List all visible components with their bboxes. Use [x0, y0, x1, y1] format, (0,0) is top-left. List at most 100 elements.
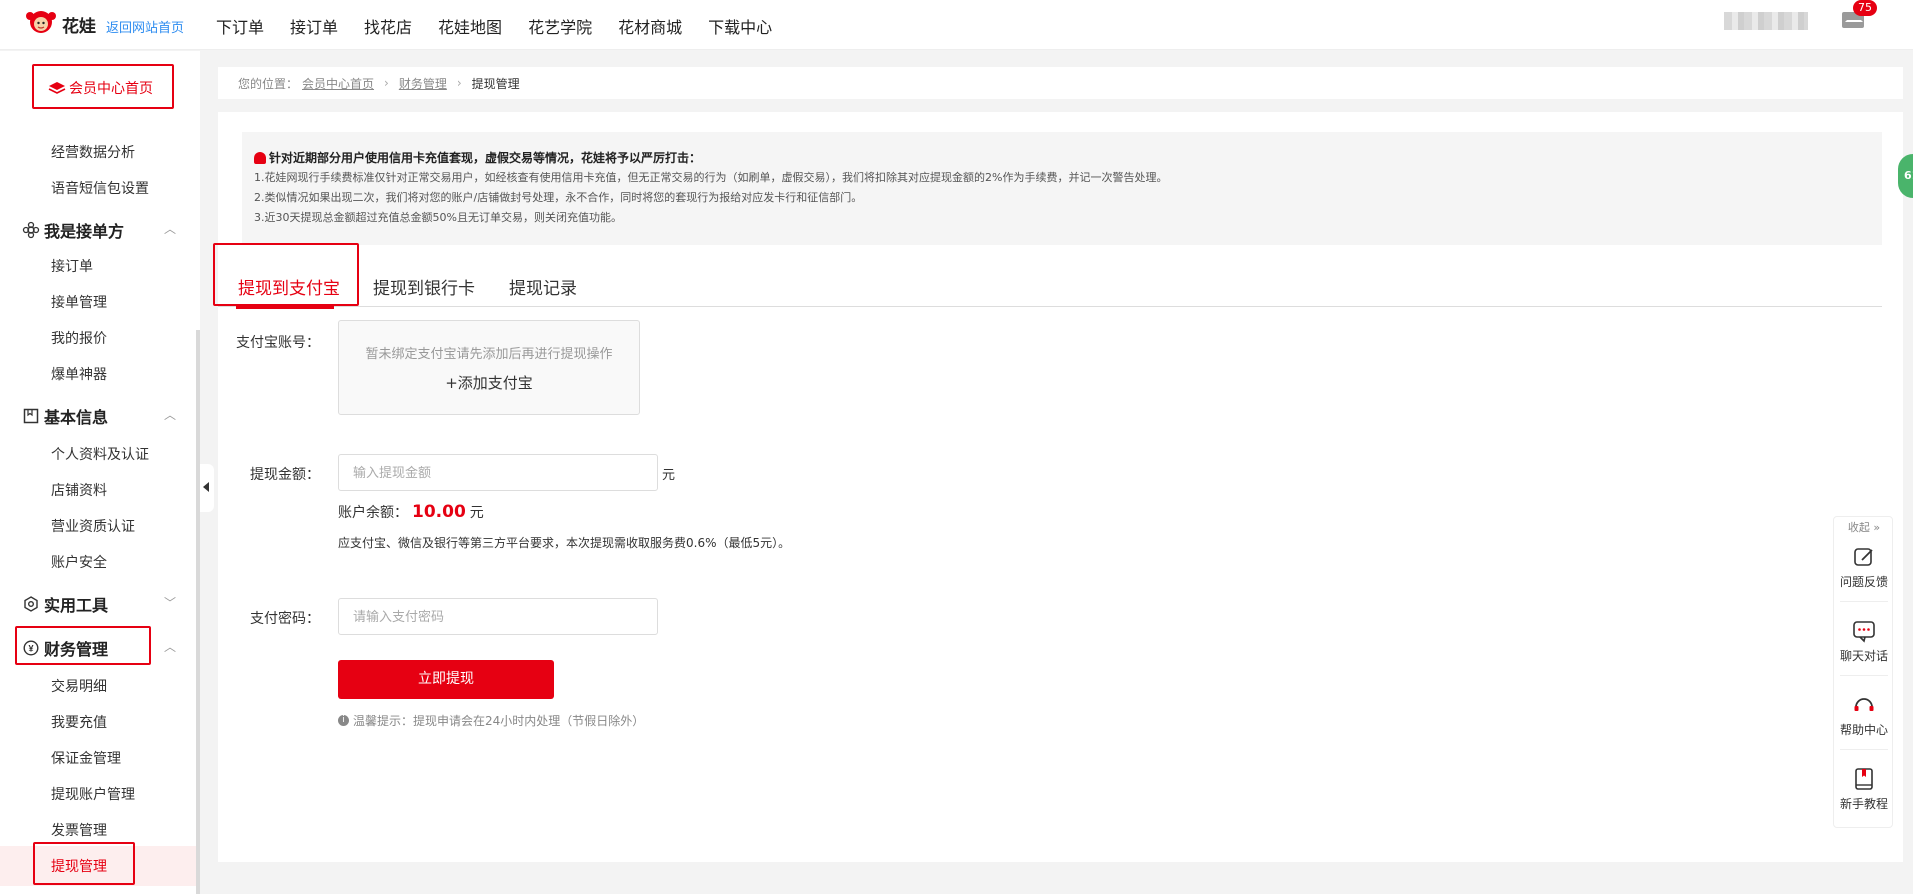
mail-badge: 75 [1853, 0, 1877, 16]
balance-unit: 元 [469, 505, 484, 521]
sidebar-item-take-order[interactable]: 接订单 [51, 256, 93, 276]
layers-icon [48, 82, 66, 94]
alipay-account-box: 暂未绑定支付宝请先添加后再进行提现操作 +添加支付宝 [338, 320, 640, 415]
float-collapse-button[interactable]: 收起 » [1834, 519, 1894, 535]
nav-academy[interactable]: 花艺学院 [528, 14, 592, 38]
balance-label: 账户余额： [338, 505, 408, 521]
password-label: 支付密码： [250, 611, 320, 627]
edit-icon [1852, 545, 1876, 569]
tutorial-label: 新手教程 [1839, 797, 1888, 811]
notice-title-row: 针对近期部分用户使用信用卡充值套现，虚假交易等情况，花娃将予以严厉打击： [254, 148, 1870, 168]
float-divider [1840, 749, 1888, 750]
amount-input[interactable] [338, 454, 658, 491]
user-name-blurred[interactable] [1724, 12, 1808, 30]
sidebar-item-data-analysis[interactable]: 经营数据分析 [51, 142, 135, 162]
amount-unit: 元 [662, 468, 676, 483]
help-center-label: 帮助中心 [1839, 723, 1888, 737]
withdraw-tabs: 提现到支付宝 提现到银行卡 提现记录 [218, 252, 1882, 309]
tab-active-underline [236, 306, 334, 309]
alarm-icon [254, 152, 266, 164]
sidebar-item-boost-tool[interactable]: 爆单神器 [51, 364, 107, 384]
tab-records[interactable]: 提现记录 [509, 274, 577, 299]
balance-row: 账户余额： 10.00 元 [338, 502, 484, 522]
chat-icon [1852, 619, 1876, 643]
sidebar-item-invoice[interactable]: 发票管理 [51, 820, 107, 840]
sidebar-group-label: 我是接单方 [44, 222, 125, 241]
sidebar-item-recharge[interactable]: 我要充值 [51, 712, 107, 732]
tab-bank-card[interactable]: 提现到银行卡 [373, 274, 475, 299]
tip-text: 温馨提示：提现申请会在24小时内处理（节假日除外） [353, 714, 645, 728]
chat-label: 聊天对话 [1839, 649, 1888, 663]
book-icon [1852, 767, 1876, 791]
sidebar-item-account-security[interactable]: 账户安全 [51, 552, 107, 572]
sidebar-item-profile[interactable]: 个人资料及认证 [51, 444, 149, 464]
main-panel: 针对近期部分用户使用信用卡充值套现，虚假交易等情况，花娃将予以严厉打击： 1.花… [213, 112, 1903, 862]
gear-icon [22, 595, 40, 613]
sidebar-scrollbar[interactable] [196, 330, 200, 894]
sidebar-item-order-manage[interactable]: 接单管理 [51, 292, 107, 312]
nav-mall[interactable]: 花材商城 [618, 14, 682, 38]
float-help-panel: 收起 » 问题反馈 聊天对话 帮助中心 新手教程 [1833, 516, 1893, 828]
sidebar-item-license[interactable]: 营业资质认证 [51, 516, 135, 536]
float-divider [1840, 601, 1888, 602]
sidebar-item-my-quote[interactable]: 我的报价 [51, 328, 107, 348]
float-divider [1840, 675, 1888, 676]
member-home-button[interactable]: 会员中心首页 [32, 64, 174, 109]
sidebar-group-basic-info[interactable]: 基本信息 [22, 404, 108, 428]
back-to-site-link[interactable]: 返回网站首页 [106, 17, 184, 36]
nav-map[interactable]: 花娃地图 [438, 14, 502, 38]
highlight-box-withdraw [33, 842, 135, 885]
notice-line-3: 3.近30天提现总金额超过充值总金额50%且无订单交易，则关闭充值功能。 [254, 211, 622, 224]
breadcrumb-current: 提现管理 [471, 76, 520, 91]
tutorial-button[interactable]: 新手教程 [1834, 767, 1894, 812]
notice-title: 针对近期部分用户使用信用卡充值套现，虚假交易等情况，花娃将予以严厉打击： [269, 151, 702, 165]
add-alipay-button[interactable]: +添加支付宝 [339, 372, 639, 393]
sidebar-group-tools[interactable]: 实用工具 [22, 592, 108, 616]
chevron-up-icon[interactable]: ︿ [164, 406, 176, 423]
sidebar-collapse-handle[interactable] [200, 464, 214, 512]
breadcrumb-prefix: 您的位置： [238, 76, 299, 91]
info-icon: i [338, 715, 349, 726]
pay-password-input[interactable] [338, 598, 658, 635]
tip-row: i 温馨提示：提现申请会在24小时内处理（节假日除外） [338, 712, 644, 729]
notice-line-2: 2.类似情况如果出现二次，我们将对您的账户/店铺做封号处理，永不合作，同时将您的… [254, 191, 863, 204]
alipay-hint: 暂未绑定支付宝请先添加后再进行提现操作 [365, 347, 613, 362]
nav-take-order[interactable]: 接订单 [290, 14, 338, 38]
breadcrumb-finance[interactable]: 财务管理 [399, 75, 447, 92]
headset-icon [1852, 693, 1876, 717]
help-center-button[interactable]: 帮助中心 [1834, 693, 1894, 738]
chevron-up-icon[interactable]: ︿ [164, 638, 176, 655]
breadcrumb: 您的位置： 会员中心首页 › 财务管理 › 提现管理 [218, 67, 1903, 99]
bookmark-icon [22, 407, 40, 425]
main-nav: 下订单 接订单 找花店 花娃地图 花艺学院 花材商城 下载中心 [216, 14, 798, 38]
feedback-button[interactable]: 问题反馈 [1834, 545, 1894, 590]
sidebar-item-transactions[interactable]: 交易明细 [51, 676, 107, 696]
alipay-account-label: 支付宝账号： [236, 335, 320, 351]
breadcrumb-member-home[interactable]: 会员中心首页 [302, 75, 374, 92]
nav-place-order[interactable]: 下订单 [216, 14, 264, 38]
notice-line-1: 1.花娃网现行手续费标准仅针对正常交易用户，如经核查有使用信用卡充值，但无正常交… [254, 171, 1168, 184]
withdraw-submit-button[interactable]: 立即提现 [338, 660, 554, 699]
highlight-box-finance [15, 626, 151, 665]
chat-button[interactable]: 聊天对话 [1834, 619, 1894, 664]
chevron-right-icon: › [456, 76, 462, 90]
top-bar: 花娃 返回网站首页 下订单 接订单 找花店 花娃地图 花艺学院 花材商城 下载中… [0, 0, 1913, 50]
nav-download[interactable]: 下载中心 [708, 14, 772, 38]
sidebar-item-sms-settings[interactable]: 语音短信包设置 [51, 178, 149, 198]
nav-find-shop[interactable]: 找花店 [364, 14, 412, 38]
logo-mascot-icon [24, 8, 58, 40]
sidebar-item-withdraw-accounts[interactable]: 提现账户管理 [51, 784, 135, 804]
sidebar-item-shop-info[interactable]: 店铺资料 [51, 480, 107, 500]
member-home-label: 会员中心首页 [69, 81, 153, 97]
chevron-up-icon[interactable]: ︿ [164, 220, 176, 237]
sidebar-group-label: 实用工具 [44, 596, 109, 615]
sidebar-item-deposit[interactable]: 保证金管理 [51, 748, 121, 768]
balance-value: 10.00 [412, 502, 466, 522]
edge-floating-badge[interactable]: 61 [1898, 154, 1913, 198]
fee-note: 应支付宝、微信及银行等第三方平台要求，本次提现需收取服务费0.6%（最低5元）。 [338, 536, 791, 550]
chevron-down-icon[interactable]: ﹀ [164, 594, 176, 611]
amount-label: 提现金额： [250, 467, 320, 483]
sidebar-group-receiver[interactable]: 我是接单方 [22, 218, 124, 242]
highlight-box-alipay-tab [213, 243, 359, 306]
site-logo[interactable]: 花娃 [24, 8, 96, 40]
